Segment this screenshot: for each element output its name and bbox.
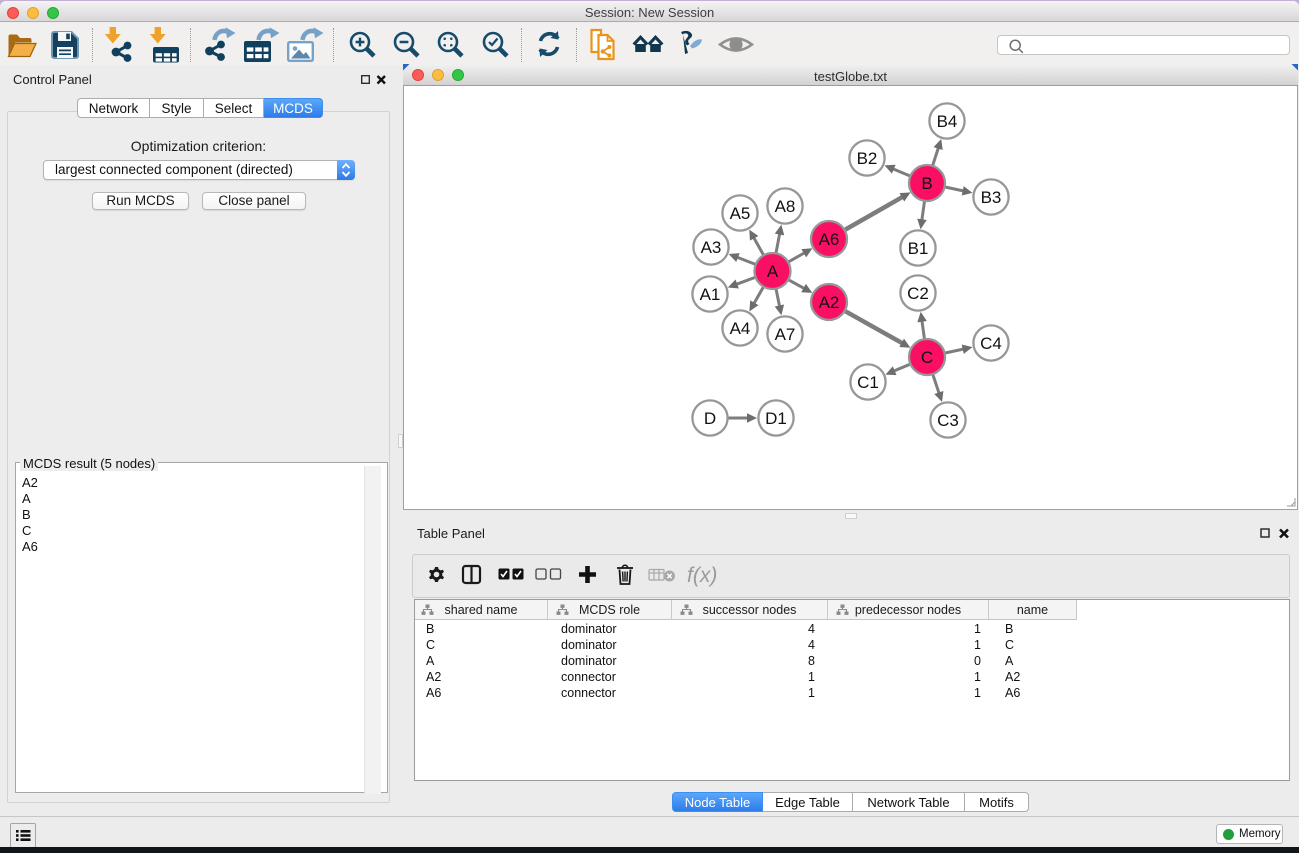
svg-text:A5: A5: [730, 204, 751, 223]
svg-text:B3: B3: [981, 188, 1002, 207]
svg-text:C1: C1: [857, 373, 879, 392]
svg-text:D: D: [704, 409, 716, 428]
svg-text:C: C: [921, 348, 933, 367]
svg-text:A7: A7: [775, 325, 796, 344]
svg-text:A3: A3: [701, 238, 722, 257]
svg-text:B1: B1: [908, 239, 929, 258]
svg-text:C4: C4: [980, 334, 1002, 353]
svg-text:A1: A1: [700, 285, 721, 304]
svg-text:A6: A6: [819, 230, 840, 249]
svg-text:A4: A4: [730, 319, 751, 338]
svg-text:B2: B2: [857, 149, 878, 168]
svg-text:f(x): f(x): [687, 564, 717, 587]
svg-text:A8: A8: [775, 197, 796, 216]
svg-text:B4: B4: [937, 112, 958, 131]
svg-text:A: A: [767, 262, 779, 281]
svg-text:B: B: [921, 174, 932, 193]
svg-text:A2: A2: [819, 293, 840, 312]
svg-text:D1: D1: [765, 409, 787, 428]
svg-text:C3: C3: [937, 411, 959, 430]
svg-text:C2: C2: [907, 284, 929, 303]
